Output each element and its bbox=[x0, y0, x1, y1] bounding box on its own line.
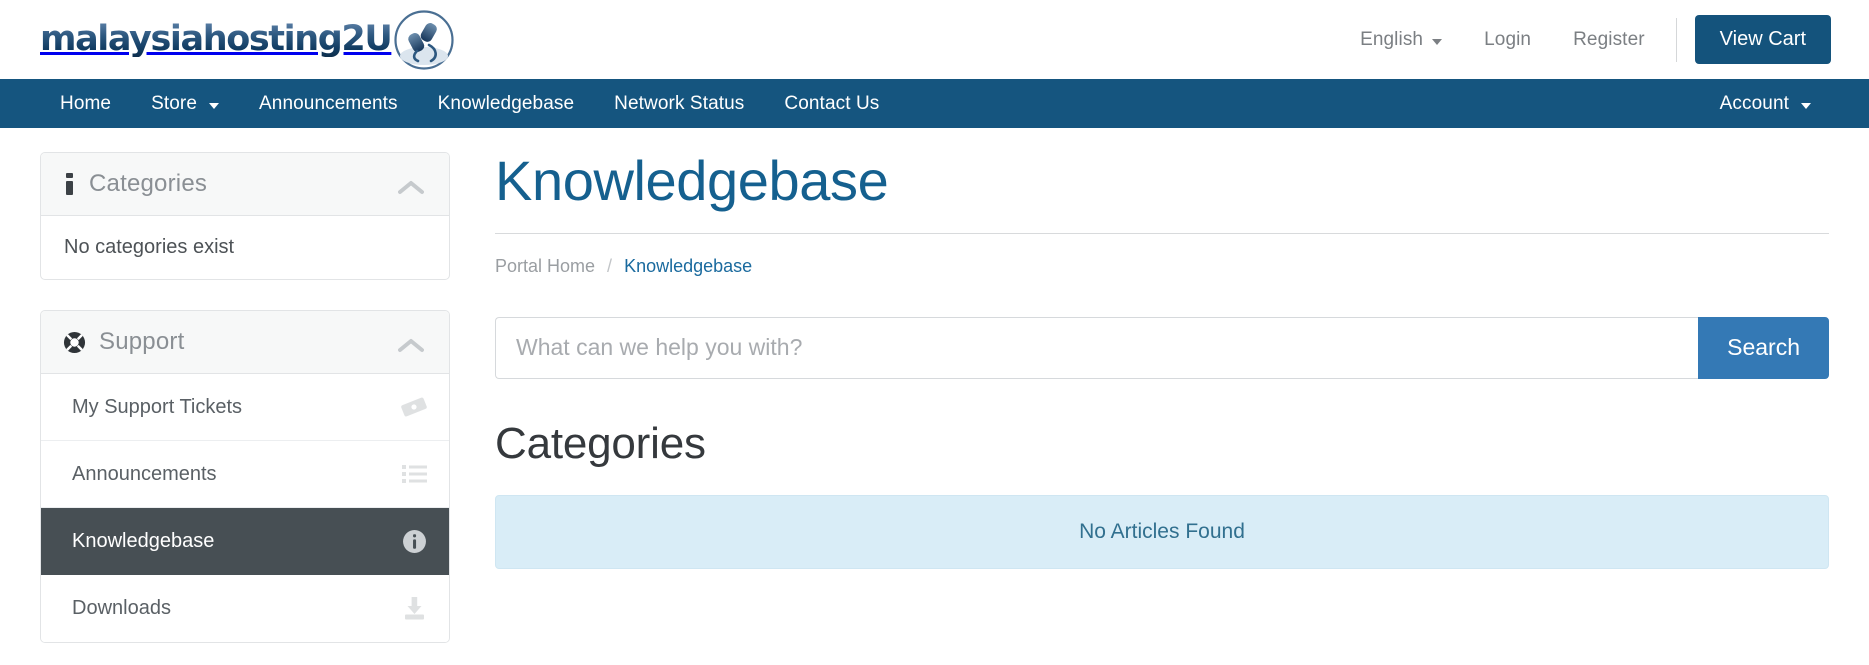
download-icon bbox=[402, 597, 427, 620]
info-circle-icon bbox=[402, 529, 427, 554]
nav-item-announcements[interactable]: Announcements bbox=[239, 79, 418, 128]
primary-nav-items: Home Store Announcements Knowledgebase N… bbox=[40, 79, 899, 128]
support-panel-title: Support bbox=[99, 328, 185, 355]
categories-panel-title: Categories bbox=[89, 170, 208, 197]
search-button[interactable]: Search bbox=[1698, 316, 1829, 379]
nav-item-home[interactable]: Home bbox=[40, 79, 131, 128]
language-label: English bbox=[1360, 28, 1424, 50]
chevron-up-icon[interactable] bbox=[398, 338, 424, 359]
lifebuoy-icon bbox=[63, 331, 86, 354]
account-nav: Account bbox=[1700, 79, 1831, 128]
nav-item-account[interactable]: Account bbox=[1700, 79, 1831, 128]
chevron-down-icon bbox=[1801, 102, 1811, 109]
page-title: Knowledgebase bbox=[495, 149, 889, 212]
chevron-down-icon bbox=[209, 102, 220, 109]
nav-label: Account bbox=[1719, 92, 1789, 114]
nav-label: Announcements bbox=[259, 92, 398, 114]
login-link[interactable]: Login bbox=[1463, 29, 1552, 51]
register-link[interactable]: Register bbox=[1552, 29, 1666, 51]
sidebar-item-knowledgebase[interactable]: Knowledgebase bbox=[41, 508, 449, 575]
knowledgebase-search-form: Search bbox=[495, 316, 1829, 379]
nav-item-knowledgebase[interactable]: Knowledgebase bbox=[418, 79, 595, 128]
site-header: malaysiahosting2U English Login Register… bbox=[0, 0, 1869, 79]
breadcrumb: Portal Home / Knowledgebase bbox=[495, 256, 1829, 277]
chevron-down-icon bbox=[1432, 38, 1443, 45]
nav-item-network-status[interactable]: Network Status bbox=[594, 79, 764, 128]
sidebar-item-announcements[interactable]: Announcements bbox=[41, 441, 449, 508]
no-articles-alert: No Articles Found bbox=[495, 494, 1829, 569]
nav-item-contact-us[interactable]: Contact Us bbox=[764, 79, 899, 128]
categories-heading: Categories bbox=[495, 418, 706, 468]
sidebar-item-my-support-tickets[interactable]: My Support Tickets bbox=[41, 374, 449, 441]
chevron-up-icon[interactable] bbox=[398, 180, 424, 201]
nav-item-store[interactable]: Store bbox=[131, 79, 239, 128]
sidebar-item-downloads[interactable]: Downloads bbox=[41, 575, 449, 642]
breadcrumb-current: Knowledgebase bbox=[624, 255, 753, 276]
language-selector[interactable]: English bbox=[1339, 29, 1463, 51]
header-utility-nav: English Login Register View Cart bbox=[1339, 0, 1831, 79]
header-divider bbox=[1675, 17, 1677, 62]
categories-panel-header[interactable]: Categories bbox=[41, 153, 449, 216]
page-body: Categories No categories exist Support M… bbox=[0, 128, 1869, 665]
primary-navbar: Home Store Announcements Knowledgebase N… bbox=[0, 79, 1869, 128]
breadcrumb-separator: / bbox=[607, 255, 613, 276]
search-input[interactable] bbox=[495, 316, 1699, 379]
sidebar-item-label: My Support Tickets bbox=[72, 395, 243, 418]
ticket-icon bbox=[401, 396, 427, 418]
sidebar: Categories No categories exist Support M… bbox=[40, 152, 450, 665]
nav-label: Home bbox=[60, 92, 112, 114]
info-bold-icon bbox=[63, 173, 76, 195]
nav-label: Contact Us bbox=[784, 92, 880, 114]
sidebar-item-label: Knowledgebase bbox=[72, 529, 215, 552]
breadcrumb-portal-home[interactable]: Portal Home bbox=[495, 256, 595, 277]
categories-panel-title-group: Categories bbox=[63, 170, 207, 198]
support-panel-header[interactable]: Support bbox=[41, 311, 449, 374]
site-logo[interactable]: malaysiahosting2U bbox=[40, 9, 455, 71]
logo-wordmark: malaysiahosting2U bbox=[40, 19, 393, 59]
nav-label: Network Status bbox=[614, 92, 745, 114]
title-divider bbox=[495, 232, 1829, 234]
view-cart-button[interactable]: View Cart bbox=[1694, 15, 1831, 64]
sidebar-item-label: Downloads bbox=[72, 597, 171, 619]
nav-label: Store bbox=[151, 92, 198, 114]
support-menu: My Support Tickets Announcements Knowled… bbox=[41, 374, 449, 642]
categories-empty-text: No categories exist bbox=[64, 236, 235, 258]
plug-connector-circle-logo bbox=[393, 9, 455, 71]
list-icon bbox=[402, 464, 427, 484]
support-panel: Support My Support Tickets Announcements… bbox=[40, 310, 450, 643]
main-content: Knowledgebase Portal Home / Knowledgebas… bbox=[495, 149, 1829, 569]
categories-panel: Categories No categories exist bbox=[40, 152, 450, 280]
sidebar-item-label: Announcements bbox=[72, 462, 217, 485]
nav-label: Knowledgebase bbox=[437, 92, 575, 114]
support-panel-title-group: Support bbox=[63, 328, 184, 356]
